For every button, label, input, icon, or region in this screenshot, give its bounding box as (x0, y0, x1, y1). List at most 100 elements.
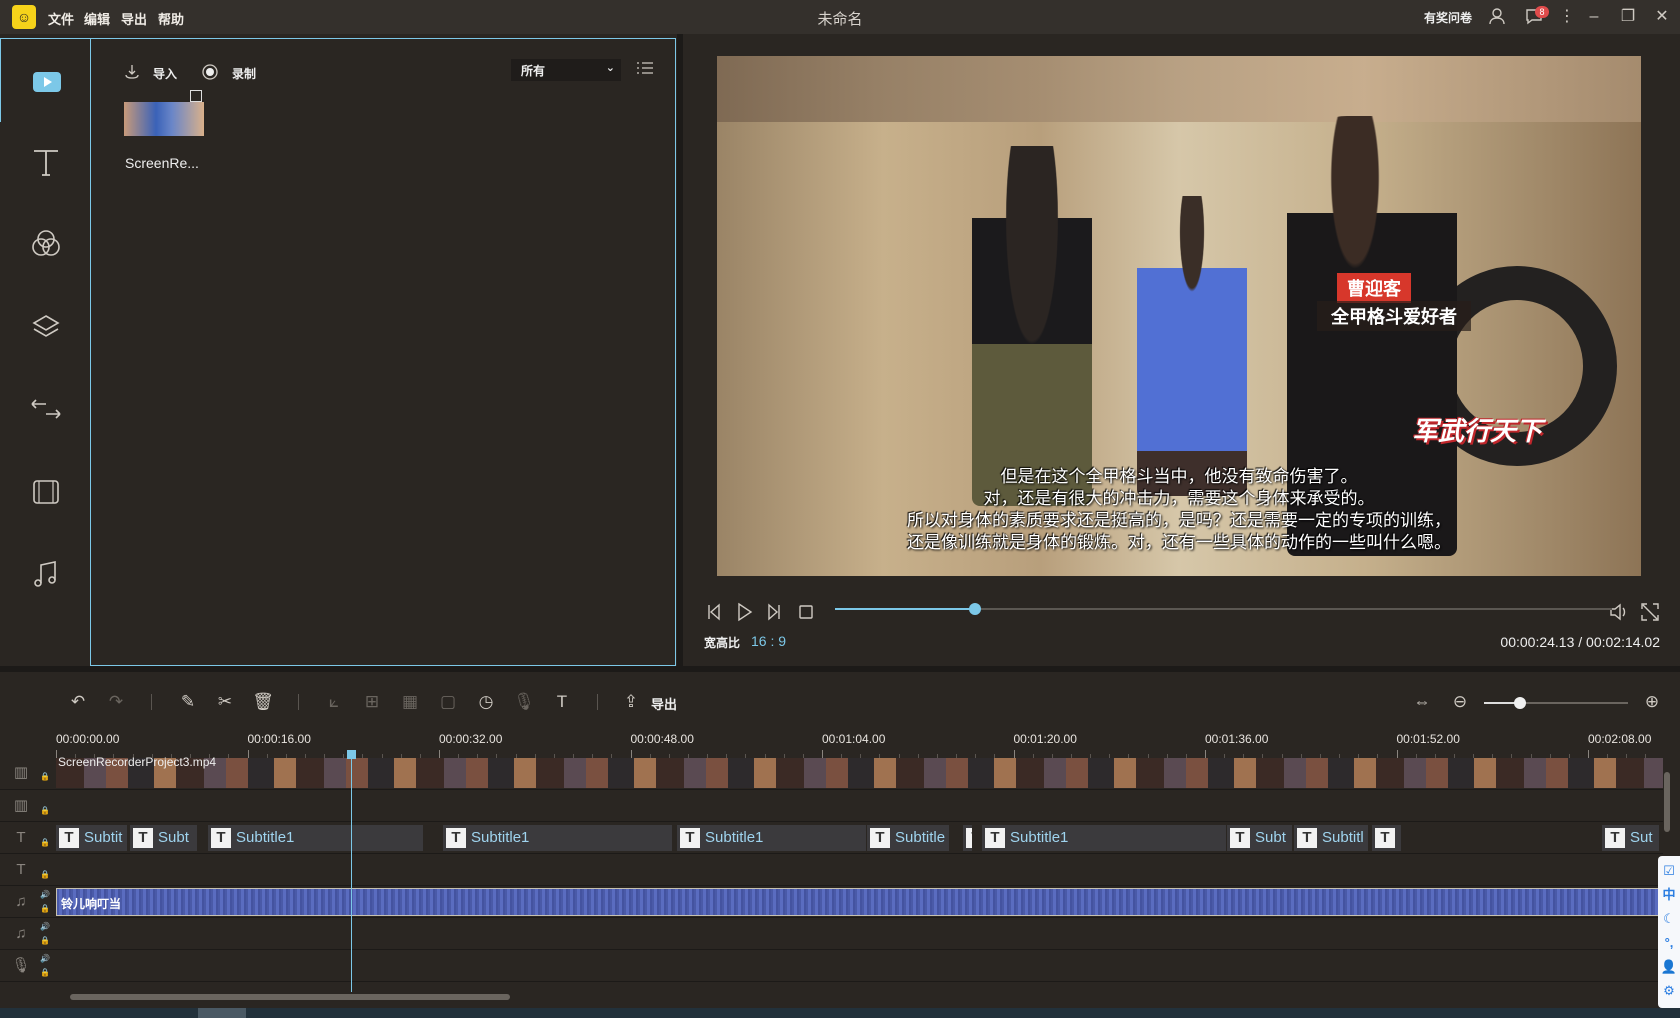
transition-icon[interactable] (27, 390, 65, 428)
import-icon[interactable] (123, 63, 141, 81)
toolbar-separator (597, 694, 598, 710)
aspect-ratio-value[interactable]: 16 : 9 (751, 633, 786, 649)
fit-timeline-icon[interactable]: ⇔ (1410, 690, 1434, 714)
subtitle-clip-label: Subtitle1 (471, 829, 530, 846)
voiceover-icon[interactable]: 🎙 (512, 690, 536, 714)
subtitle-clip[interactable]: T Subt (130, 825, 198, 851)
sidebar-item-media[interactable] (0, 38, 90, 122)
volume-small-icon[interactable]: 🔊 (40, 954, 50, 964)
speed-icon[interactable]: ◷ (474, 690, 498, 714)
delete-icon[interactable]: 🗑 (251, 690, 275, 714)
ime-mode[interactable]: 中 (1660, 886, 1678, 904)
speech-to-text-icon[interactable]: T (550, 690, 574, 714)
menu-export[interactable]: 导出 (121, 9, 147, 28)
list-view-icon[interactable] (635, 59, 655, 77)
more-vertical-icon[interactable]: ⋮ (1557, 7, 1577, 27)
music-icon[interactable] (27, 555, 65, 593)
import-button[interactable]: 导入 (153, 65, 177, 82)
media-thumbnail[interactable] (124, 90, 204, 136)
text-icon[interactable] (27, 143, 65, 181)
preview-panel: 曹迎客 全甲格斗爱好者 军武行天下 但是在这个全甲格斗当中，他没有致命伤害了。 … (683, 38, 1680, 666)
restore-icon[interactable]: ❐ (1618, 7, 1638, 27)
next-frame-icon[interactable] (763, 601, 785, 623)
timeline-zoom-slider[interactable] (1484, 697, 1628, 709)
mosaic-icon[interactable]: ▦ (398, 690, 422, 714)
zoom-crop-icon[interactable]: ⊞ (360, 690, 384, 714)
record-button[interactable]: 录制 (232, 65, 256, 82)
redo-icon[interactable]: ↷ (104, 690, 128, 714)
overlay-icon[interactable] (27, 308, 65, 346)
zoom-in-icon[interactable]: ⊕ (1640, 690, 1664, 714)
timeline-vertical-scrollbar[interactable] (1664, 772, 1670, 832)
moon-icon[interactable]: ☾ (1660, 910, 1678, 928)
filter-icon[interactable] (27, 225, 65, 263)
lock-icon[interactable]: 🔒 (40, 936, 50, 946)
thumbnail-checkbox[interactable] (190, 90, 202, 102)
subtitle-clip[interactable]: T Subtitle1 (677, 825, 867, 851)
menu-file[interactable]: 文件 (48, 9, 74, 28)
zoom-knob[interactable] (1514, 697, 1526, 709)
survey-link[interactable]: 有奖问卷 (1424, 9, 1472, 26)
subtitle-clip[interactable]: T (1372, 825, 1402, 851)
stop-icon[interactable] (795, 601, 817, 623)
cut-icon[interactable]: ✂ (213, 690, 237, 714)
element-icon[interactable] (27, 473, 65, 511)
punctuation-icon[interactable]: °, (1660, 934, 1678, 952)
video-clip[interactable]: ScreenRecorderProject3.mp4 (56, 755, 1663, 788)
volume-small-icon[interactable]: 🔊 (40, 890, 50, 900)
playhead[interactable] (351, 752, 352, 992)
ruler-tick (630, 750, 632, 758)
media-filter-select[interactable]: 所有 ⌄ (511, 59, 621, 81)
crop-icon[interactable]: ⟀ (322, 690, 346, 714)
subtitle-clip[interactable]: T Subtitle1 (208, 825, 424, 851)
ruler-label: 00:01:52.00 (1396, 732, 1460, 746)
subtitle-clip[interactable]: T Subtitle1 (443, 825, 673, 851)
timeline-ruler[interactable]: 00:00:00.00 00:00:16.00 00:00:32.00 00:00:4… (0, 728, 1680, 758)
subtitle-clip[interactable]: T (963, 825, 973, 851)
undo-icon[interactable]: ↶ (66, 690, 90, 714)
record-icon[interactable] (201, 63, 219, 81)
video-preview[interactable]: 曹迎客 全甲格斗爱好者 军武行天下 但是在这个全甲格斗当中，他没有致命伤害了。 … (717, 56, 1641, 576)
subtitle-clip[interactable]: T Subtit (56, 825, 128, 851)
previous-frame-icon[interactable] (703, 601, 725, 623)
lock-icon[interactable]: 🔒 (40, 772, 50, 782)
audio-clip[interactable]: 铃儿响叮当 (56, 888, 1659, 916)
subtitle-clip[interactable]: T Sut (1602, 825, 1660, 851)
toolbar-separator (151, 694, 152, 710)
freeze-frame-icon[interactable]: ▢ (436, 690, 460, 714)
subtitle-clip[interactable]: T Subt (1227, 825, 1293, 851)
player-controls (683, 598, 1680, 628)
lock-icon[interactable]: 🔒 (40, 904, 50, 914)
subtitle-clip[interactable]: T Subtitle (867, 825, 950, 851)
volume-icon[interactable] (1608, 601, 1630, 623)
user-small-icon[interactable]: 👤 (1660, 958, 1678, 976)
user-icon[interactable] (1487, 7, 1507, 27)
lock-icon[interactable]: 🔒 (40, 838, 50, 848)
title-bar: ☺ 文件 编辑 导出 帮助 未命名 有奖问卷 8 ⋮ – ❐ ✕ (0, 0, 1680, 34)
playhead-handle[interactable] (347, 750, 356, 759)
minimize-icon[interactable]: – (1584, 7, 1604, 27)
zoom-out-icon[interactable]: ⊖ (1448, 690, 1472, 714)
playback-progress-bar[interactable] (835, 603, 1612, 615)
taskbar-item[interactable] (198, 1008, 246, 1018)
lock-icon[interactable]: 🔒 (40, 806, 50, 816)
play-icon[interactable] (733, 601, 755, 623)
subtitle-line: 所以对身体的素质要求还是挺高的，是吗？还是需要一定的专项的训练， (907, 511, 1451, 530)
lock-icon[interactable]: 🔒 (40, 968, 50, 978)
menu-edit[interactable]: 编辑 (84, 9, 110, 28)
lock-icon[interactable]: 🔒 (40, 870, 50, 880)
export-button[interactable]: 导出 (651, 694, 677, 713)
export-icon[interactable]: ⇪ (619, 690, 643, 714)
settings-icon[interactable]: ⚙ (1660, 982, 1678, 1000)
volume-small-icon[interactable]: 🔊 (40, 922, 50, 932)
close-icon[interactable]: ✕ (1652, 7, 1672, 27)
subtitle-clip-icon: T (1375, 828, 1395, 848)
fullscreen-icon[interactable] (1639, 601, 1661, 623)
menu-help[interactable]: 帮助 (158, 9, 184, 28)
timeline-horizontal-scrollbar[interactable] (70, 994, 510, 1000)
progress-knob[interactable] (968, 603, 981, 615)
edit-icon[interactable]: ✎ (176, 690, 200, 714)
subtitle-clip[interactable]: T Subtitle1 (982, 825, 1227, 851)
ime-check-icon[interactable]: ☑ (1660, 862, 1678, 880)
subtitle-clip[interactable]: T Subtitl (1294, 825, 1369, 851)
